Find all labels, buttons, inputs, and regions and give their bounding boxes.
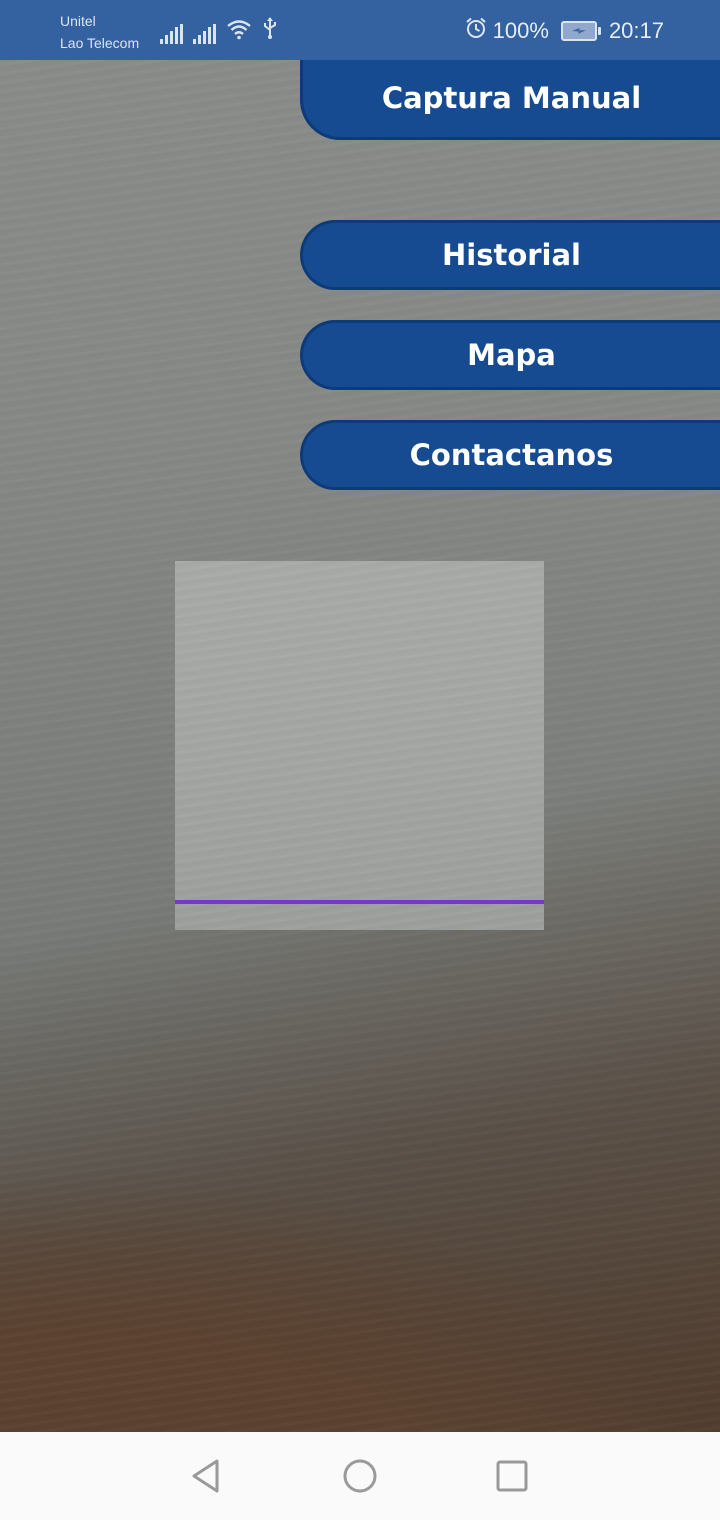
- captura-manual-button[interactable]: Captura Manual: [300, 60, 720, 140]
- carrier-name-1: Unitel: [60, 13, 96, 29]
- wifi-icon: [226, 18, 252, 44]
- home-icon[interactable]: [342, 1458, 378, 1494]
- alarm-icon: [465, 17, 487, 45]
- navigation-bar: [0, 1432, 720, 1520]
- back-icon[interactable]: [188, 1458, 224, 1494]
- scan-line: [175, 900, 544, 904]
- scan-frame: [175, 561, 544, 930]
- status-right-group: 100% 20:17: [465, 16, 664, 46]
- signal-icon: [160, 24, 183, 44]
- mapa-button[interactable]: Mapa: [300, 320, 720, 390]
- connectivity-icons: [160, 16, 278, 44]
- clock-time: 20:17: [608, 18, 664, 43]
- signal-icon: [193, 24, 216, 44]
- carrier-info: Unitel Lao Telecom: [60, 10, 139, 54]
- usb-icon: [262, 16, 278, 44]
- recents-icon[interactable]: [494, 1458, 530, 1494]
- contactanos-button[interactable]: Contactanos: [300, 420, 720, 490]
- carrier-name-2: Lao Telecom: [60, 35, 140, 51]
- status-bar: Unitel Lao Telecom 100% 20:17: [0, 0, 720, 60]
- battery-percent: 100%: [492, 18, 549, 43]
- battery-charging-icon: [560, 21, 601, 41]
- historial-button[interactable]: Historial: [300, 220, 720, 290]
